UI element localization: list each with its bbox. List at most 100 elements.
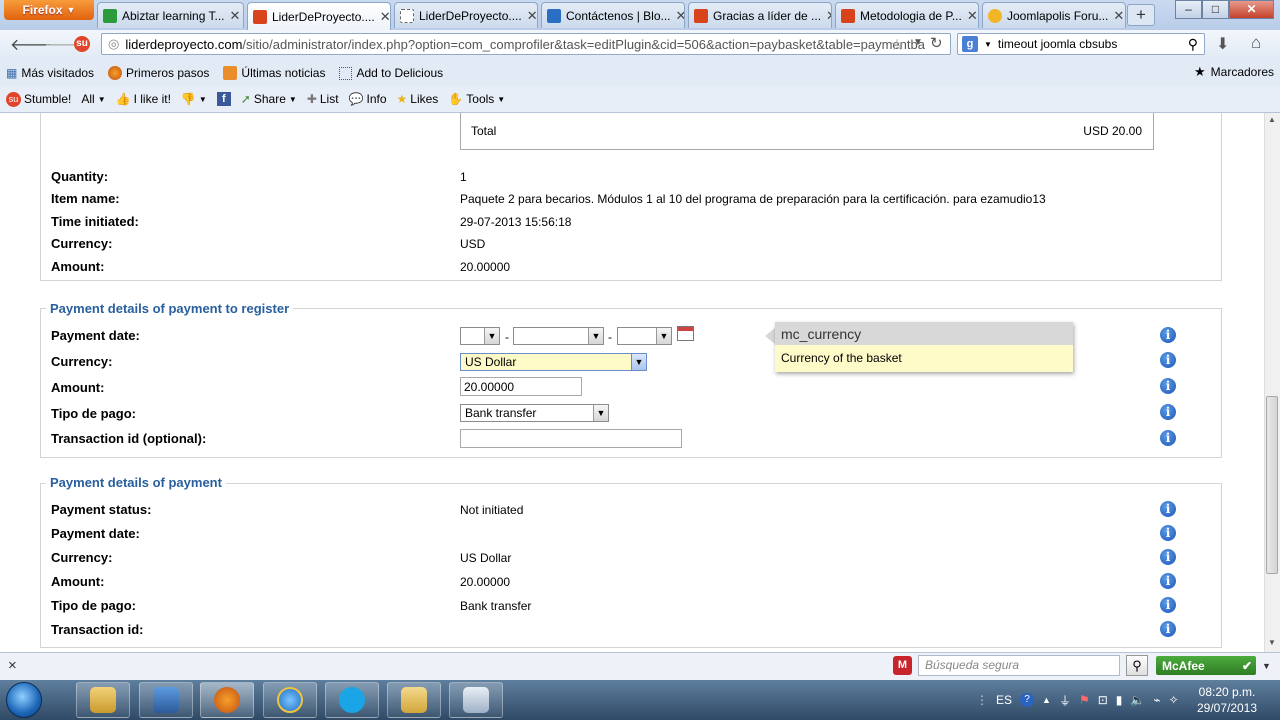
mcafee-siteadvisor-button[interactable]: McAfee ✔ <box>1156 656 1256 675</box>
close-addon-bar-icon[interactable]: × <box>8 657 17 674</box>
info-button[interactable]: 💬 Info <box>349 92 387 106</box>
info-icon[interactable]: i <box>1160 597 1176 613</box>
info-icon[interactable]: i <box>1160 525 1176 541</box>
tab-6[interactable]: Metodologia de P... ✕ <box>835 2 979 28</box>
stumbleupon-toolbar: su Stumble! All ▼ 👍 I like it! 👎 ▼ f ➚ S… <box>0 86 1280 113</box>
search-engine-dropdown-icon[interactable]: ▼ <box>984 40 992 49</box>
mcafee-shield-icon[interactable]: M <box>893 656 912 675</box>
info-icon[interactable]: i <box>1160 404 1176 420</box>
search-icon[interactable]: ⚲ <box>1126 655 1148 676</box>
payment-date-month-select[interactable]: ▼ <box>513 327 604 345</box>
speech-bubble-icon: 💬 <box>348 92 364 106</box>
payment-type-select[interactable]: Bank transfer ▼ <box>460 404 609 422</box>
bookmark-latest-news[interactable]: Últimas noticias <box>223 66 325 80</box>
new-tab-button[interactable]: + <box>1127 4 1155 26</box>
network-icon[interactable]: ⊡ <box>1098 693 1108 707</box>
transaction-id-input[interactable] <box>460 429 682 448</box>
taskbar-firefox[interactable] <box>200 682 254 718</box>
usb-icon[interactable]: ⏚ <box>1059 692 1071 709</box>
calendar-icon[interactable] <box>677 326 694 341</box>
url-history-dropdown-icon[interactable]: ▼ <box>913 37 923 48</box>
close-icon[interactable]: ✕ <box>527 8 537 24</box>
taskbar-outlook[interactable] <box>387 682 441 718</box>
signal-icon[interactable]: ▮ <box>1116 693 1123 707</box>
all-dropdown[interactable]: All ▼ <box>81 92 105 106</box>
likes-button[interactable]: ★ Likes <box>397 92 439 106</box>
info-icon[interactable]: i <box>1160 549 1176 565</box>
info-icon[interactable]: i <box>1160 573 1176 589</box>
power-icon[interactable]: ⌁ <box>1153 693 1160 707</box>
chevron-down-icon[interactable]: ▼ <box>1262 661 1271 671</box>
bookmark-getting-started[interactable]: Primeros pasos <box>108 66 209 80</box>
clock[interactable]: 08:20 p.m. 29/07/2013 <box>1193 684 1261 716</box>
home-icon[interactable]: ⌂ <box>1251 33 1261 53</box>
folder-icon <box>90 687 116 713</box>
facebook-button[interactable]: f <box>216 92 231 106</box>
share-button[interactable]: ➚ Share ▼ <box>241 92 297 106</box>
thumbs-down-button[interactable]: 👎 ▼ <box>181 92 207 106</box>
star-bookmark-icon[interactable]: ☆ <box>890 35 904 55</box>
stumbleupon-icon[interactable]: su <box>74 36 90 52</box>
tab-4[interactable]: Contáctenos | Blo... ✕ <box>541 2 685 28</box>
stumble-button[interactable]: su Stumble! <box>6 91 71 107</box>
taskbar-calculator[interactable] <box>449 682 503 718</box>
tab-label: Abiztar learning T... <box>122 8 225 23</box>
scroll-up-icon[interactable]: ▲ <box>1268 115 1276 124</box>
close-icon[interactable]: ✕ <box>1113 8 1124 24</box>
search-input[interactable]: g ▼ timeout joomla cbsubs ⚲ <box>957 33 1205 55</box>
search-icon[interactable]: ⚲ <box>1188 36 1198 53</box>
tab-3[interactable]: LiderDeProyecto.... ✕ <box>394 2 538 28</box>
tab-7[interactable]: Joomlapolis Foru... ✕ <box>982 2 1126 28</box>
close-icon[interactable]: ✕ <box>230 8 241 24</box>
minimize-button[interactable]: – <box>1175 0 1202 19</box>
scroll-down-icon[interactable]: ▼ <box>1268 638 1276 647</box>
info-icon[interactable]: i <box>1160 621 1176 637</box>
search-value: timeout joomla cbsubs <box>997 37 1118 51</box>
delicious-icon <box>339 66 353 80</box>
info-icon[interactable]: i <box>1160 352 1176 368</box>
amount-input[interactable]: 20.00000 <box>460 377 582 396</box>
tab-5[interactable]: Gracias a líder de ... ✕ <box>688 2 832 28</box>
help-icon[interactable]: ? <box>1020 693 1035 707</box>
close-icon[interactable]: ✕ <box>676 8 684 24</box>
chevron-down-icon: ▼ <box>97 94 106 104</box>
info-icon[interactable]: i <box>1160 378 1176 394</box>
language-indicator[interactable]: ES <box>996 693 1012 707</box>
currency-select[interactable]: US Dollar ▼ <box>460 353 647 371</box>
tools-button[interactable]: ✋ Tools ▼ <box>448 92 505 106</box>
start-button[interactable] <box>6 682 42 718</box>
tooltip-title: mc_currency <box>775 322 1073 345</box>
payment-date-day-select[interactable]: ▼ <box>460 327 500 345</box>
close-window-button[interactable]: ✕ <box>1229 0 1274 19</box>
taskbar-skype[interactable] <box>325 682 379 718</box>
info-icon[interactable]: i <box>1160 501 1176 517</box>
taskbar-internet-explorer[interactable] <box>263 682 317 718</box>
bookmarks-menu-button[interactable]: ★ Marcadores <box>1194 64 1274 80</box>
close-icon[interactable]: ✕ <box>826 8 831 24</box>
show-hidden-icons-icon[interactable]: ▲ <box>1042 695 1051 705</box>
maximize-button[interactable]: □ <box>1202 0 1229 19</box>
mcafee-tray-icon[interactable]: ✧ <box>1169 693 1179 707</box>
scrollbar-thumb[interactable] <box>1266 396 1278 574</box>
taskbar-remote-desktop[interactable] <box>139 682 193 718</box>
payment-date-year-select[interactable]: ▼ <box>617 327 672 345</box>
reload-icon[interactable]: ↻ <box>930 34 943 52</box>
close-icon[interactable]: ✕ <box>380 9 390 25</box>
i-like-it-button[interactable]: 👍 I like it! <box>116 92 171 106</box>
list-button[interactable]: ✚ List <box>307 92 339 106</box>
tab-2[interactable]: LiderDeProyecto.... ✕ <box>247 2 391 30</box>
bookmark-most-visited[interactable]: ▦ Más visitados <box>6 66 94 80</box>
bookmark-add-to-delicious[interactable]: Add to Delicious <box>339 66 443 80</box>
secure-search-input[interactable]: Búsqueda segura <box>918 655 1120 676</box>
download-icon[interactable]: ⬇ <box>1216 34 1229 54</box>
taskbar-explorer[interactable] <box>76 682 130 718</box>
close-icon[interactable]: ✕ <box>967 8 978 24</box>
google-icon[interactable]: g <box>962 36 978 52</box>
firefox-menu-button[interactable]: Firefox ▼ <box>4 0 94 20</box>
action-center-flag-icon[interactable]: ⚑ <box>1079 693 1090 707</box>
info-icon[interactable]: i <box>1160 430 1176 446</box>
info-icon[interactable]: i <box>1160 327 1176 343</box>
tab-1[interactable]: Abiztar learning T... ✕ <box>97 2 244 28</box>
volume-icon[interactable]: 🔈 <box>1130 693 1145 707</box>
url-bar[interactable]: ◎ liderdeproyecto.com /sitio/administrat… <box>101 33 951 55</box>
